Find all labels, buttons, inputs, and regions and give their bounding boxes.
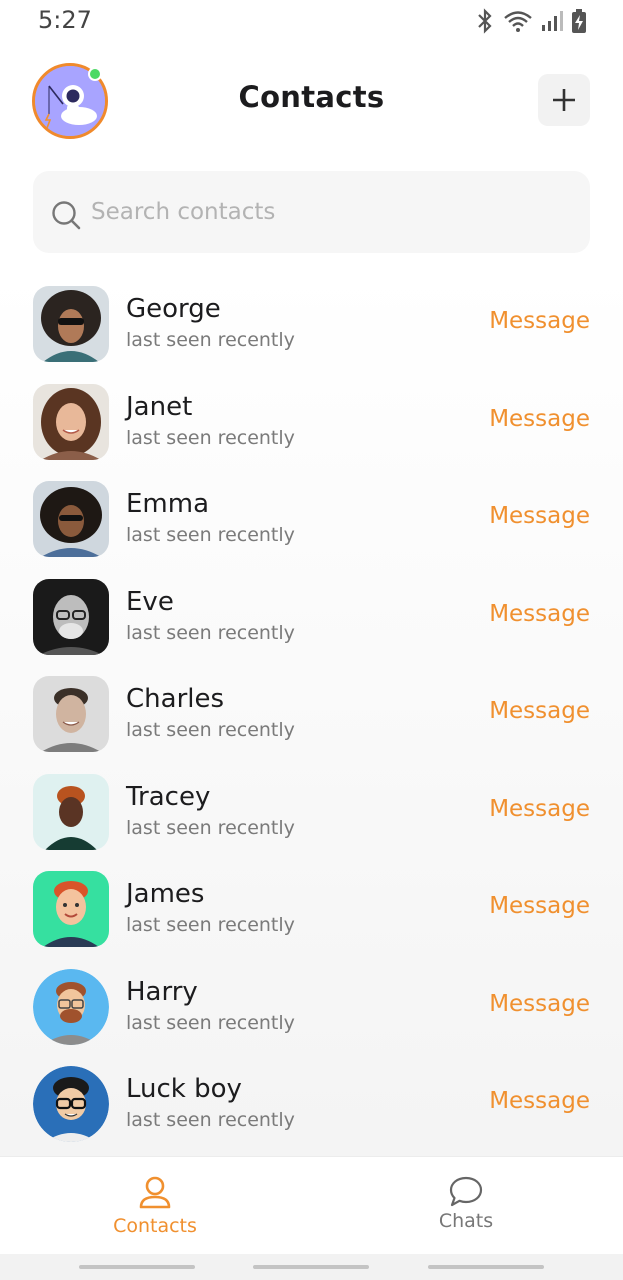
message-button[interactable]: Message (489, 796, 590, 822)
contact-status: last seen recently (126, 816, 295, 839)
contact-status: last seen recently (126, 1109, 295, 1131)
search-icon (52, 201, 81, 230)
battery-charging-icon (572, 9, 586, 33)
contact-row[interactable]: George last seen recently Message (0, 286, 623, 384)
plus-icon (553, 89, 575, 111)
tab-chats[interactable]: Chats (366, 1157, 566, 1255)
person-photo-icon (33, 676, 109, 752)
contact-avatar[interactable] (33, 968, 109, 1045)
contact-avatar[interactable] (33, 773, 109, 850)
message-button[interactable]: Message (489, 991, 590, 1017)
search-input[interactable] (91, 171, 571, 253)
recents-gesture-handle[interactable] (79, 1265, 195, 1269)
message-button[interactable]: Message (489, 601, 590, 627)
person-photo-icon (33, 773, 109, 850)
contact-row[interactable]: Janet last seen recently Message (0, 383, 623, 482)
contact-name: Emma (126, 489, 210, 519)
contact-avatar[interactable] (33, 676, 109, 752)
contact-row[interactable]: James last seen recently Message (0, 871, 623, 969)
tab-contacts[interactable]: Contacts (55, 1157, 255, 1255)
contact-status: last seen recently (126, 524, 295, 546)
contact-status: last seen recently (126, 1011, 295, 1034)
contact-name: James (126, 879, 205, 909)
contact-avatar[interactable] (33, 1066, 109, 1142)
page-title: Contacts (238, 80, 385, 114)
contact-status: last seen recently (126, 329, 295, 351)
person-photo-icon (33, 286, 109, 362)
contact-row[interactable]: Luck boy last seen recently Message (0, 1066, 623, 1164)
message-button[interactable]: Message (489, 503, 590, 529)
contact-name: Tracey (126, 781, 211, 812)
contact-row[interactable]: Eve last seen recently Message (0, 578, 623, 677)
wifi-icon (504, 11, 532, 32)
chat-bubble-icon (449, 1176, 483, 1207)
cartoon-avatar-icon (33, 968, 109, 1045)
contact-name: Eve (126, 586, 174, 617)
back-gesture-handle[interactable] (428, 1265, 544, 1269)
search-bar[interactable] (33, 171, 590, 253)
contact-status: last seen recently (126, 914, 295, 936)
add-contact-button[interactable] (538, 74, 590, 126)
bottom-nav: Contacts Chats (0, 1156, 623, 1254)
contact-row[interactable]: Charles last seen recently Message (0, 676, 623, 774)
contact-avatar[interactable] (33, 871, 109, 947)
contact-row[interactable]: Harry last seen recently Message (0, 968, 623, 1067)
message-button[interactable]: Message (489, 1088, 590, 1114)
bluetooth-icon (478, 8, 492, 34)
home-gesture-handle[interactable] (253, 1265, 369, 1269)
contact-status: last seen recently (126, 621, 295, 644)
message-button[interactable]: Message (489, 698, 590, 724)
contact-avatar[interactable] (33, 286, 109, 362)
contact-row[interactable]: Tracey last seen recently Message (0, 773, 623, 872)
person-photo-icon (33, 481, 109, 557)
cartoon-avatar-icon (33, 1066, 109, 1142)
contact-row[interactable]: Emma last seen recently Message (0, 481, 623, 579)
person-icon (139, 1176, 171, 1209)
message-button[interactable]: Message (489, 893, 590, 919)
contact-status: last seen recently (126, 426, 295, 449)
contact-avatar[interactable] (33, 578, 109, 655)
tab-chats-label: Chats (438, 1210, 494, 1232)
status-icons (475, 8, 587, 34)
contact-avatar[interactable] (33, 383, 109, 460)
contact-list: George last seen recently Message Janet … (0, 286, 623, 1164)
signal-icon (542, 11, 563, 31)
online-indicator (88, 67, 102, 81)
contact-name: Charles (126, 684, 225, 714)
status-time: 5:27 (38, 6, 92, 34)
cartoon-avatar-icon (33, 871, 109, 947)
contact-name: George (126, 294, 221, 324)
person-photo-icon (33, 383, 109, 460)
message-button[interactable]: Message (489, 308, 590, 334)
tab-contacts-label: Contacts (113, 1215, 197, 1237)
person-photo-icon (33, 578, 109, 655)
status-bar: 5:27 (0, 0, 623, 44)
contact-name: Luck boy (126, 1074, 242, 1104)
contact-name: Janet (126, 391, 193, 422)
message-button[interactable]: Message (489, 406, 590, 432)
contact-avatar[interactable] (33, 481, 109, 557)
contact-name: Harry (126, 976, 198, 1007)
header: Contacts (0, 58, 623, 142)
system-navigation-bar (0, 1254, 623, 1280)
contact-status: last seen recently (126, 719, 295, 741)
